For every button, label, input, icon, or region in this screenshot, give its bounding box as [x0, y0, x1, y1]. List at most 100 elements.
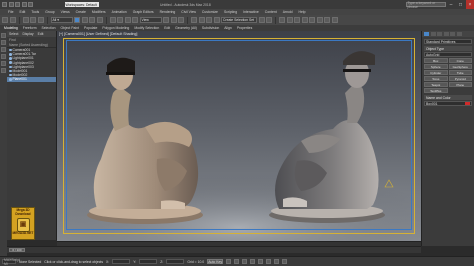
placement-icon[interactable]: [132, 17, 138, 23]
hierarchy-icon[interactable]: [1, 47, 6, 52]
spinner-snap-icon[interactable]: [213, 17, 220, 23]
render-setup-icon[interactable]: [316, 17, 323, 23]
play-icon[interactable]: [242, 259, 248, 264]
visibility-icon[interactable]: [9, 57, 12, 60]
menu-item-content[interactable]: Content: [265, 10, 277, 14]
create-plane-button[interactable]: Plane: [448, 82, 472, 87]
menu-item-civil-view[interactable]: Civil View: [181, 10, 196, 14]
maxscript-listener-input[interactable]: MAXScript Mi: [2, 258, 20, 266]
undo-icon[interactable]: [21, 2, 27, 7]
ribbon-panel-modify-selection[interactable]: Modify Selection: [134, 26, 159, 30]
move-icon[interactable]: [109, 17, 116, 23]
menu-item-group[interactable]: Group: [45, 10, 54, 14]
select-object-icon[interactable]: [74, 17, 80, 23]
window-crossing-icon[interactable]: [96, 17, 103, 23]
timeline[interactable]: 0 / 100: [7, 246, 421, 253]
visibility-icon[interactable]: [9, 61, 12, 64]
keyboard-shortcut-override-icon[interactable]: [178, 17, 184, 23]
ribbon-panel-edit[interactable]: Edit: [164, 26, 170, 30]
ribbon-panel-properties[interactable]: Properties: [237, 26, 252, 30]
object-type-section[interactable]: Object Type: [424, 46, 472, 51]
ribbon-tab-freeform[interactable]: Freeform: [23, 26, 37, 30]
keyword-search-input[interactable]: Type a keyword or phrase: [405, 1, 446, 9]
viewport-label[interactable]: [+] [Camera001] [User Defined] [Default …: [59, 32, 137, 36]
minimize-button[interactable]: –: [447, 0, 455, 9]
visibility-icon[interactable]: [9, 48, 12, 52]
zoom-icon[interactable]: [266, 259, 272, 264]
orbit-icon[interactable]: [274, 259, 280, 264]
menu-item-file[interactable]: File: [8, 10, 13, 14]
pivot-center-icon[interactable]: [163, 17, 169, 23]
modify-tab-icon[interactable]: [430, 31, 436, 37]
scene-tab-select[interactable]: Select: [9, 32, 18, 36]
object-name-input[interactable]: Box001: [424, 101, 472, 106]
create-textplus-button[interactable]: TextPlus: [424, 88, 448, 93]
go-to-start-icon[interactable]: [226, 259, 232, 264]
visibility-icon[interactable]: [9, 53, 12, 56]
menu-item-create[interactable]: Create: [76, 10, 86, 14]
menu-item-views[interactable]: Views: [61, 10, 70, 14]
next-frame-icon[interactable]: [250, 259, 256, 264]
reference-coordinate-dropdown[interactable]: View: [139, 17, 162, 23]
create-pyramid-button[interactable]: Pyramid: [448, 76, 472, 81]
scene-tab-display[interactable]: Display: [22, 32, 33, 36]
menu-item-graph-editors[interactable]: Graph Editors: [133, 10, 154, 14]
ribbon-tab-object-paint[interactable]: Object Paint: [60, 26, 78, 30]
create-tube-button[interactable]: Tube: [448, 70, 472, 75]
percent-snap-icon[interactable]: [206, 17, 212, 23]
menu-item-customize[interactable]: Customize: [202, 10, 218, 14]
curve-editor-icon[interactable]: [294, 17, 300, 23]
create-cylinder-button[interactable]: Cylinder: [424, 70, 448, 75]
link-icon[interactable]: [22, 17, 29, 23]
ribbon-tab-selection[interactable]: Selection: [42, 26, 56, 30]
named-selection-set-dropdown[interactable]: Create Selection Set: [221, 17, 257, 23]
menu-item-tools[interactable]: Tools: [31, 10, 39, 14]
layer-explorer-icon[interactable]: [286, 17, 293, 23]
visibility-icon[interactable]: [9, 73, 12, 77]
previous-frame-icon[interactable]: [234, 259, 240, 264]
maximize-button[interactable]: □: [457, 0, 465, 9]
rendered-frame-window-icon[interactable]: [324, 17, 330, 23]
workspace-dropdown[interactable]: Workspaces: Default: [64, 2, 99, 7]
utilities-tab-icon[interactable]: [456, 31, 462, 37]
go-to-end-icon[interactable]: [258, 259, 264, 264]
menu-item-interactive[interactable]: Interactive: [243, 10, 259, 14]
time-slider[interactable]: 0 / 100: [9, 248, 25, 252]
select-tool-icon[interactable]: [1, 33, 6, 38]
display-tab-icon[interactable]: [450, 31, 455, 37]
select-by-name-icon[interactable]: [81, 17, 88, 23]
motion-tab-icon[interactable]: [443, 31, 449, 37]
primitive-type-dropdown[interactable]: Standard Primitives: [424, 39, 472, 44]
ribbon-panel-polygon-modeling[interactable]: Polygon Modeling: [102, 26, 129, 30]
selection-filter-dropdown[interactable]: All ▾: [50, 17, 73, 23]
snaps-toggle-icon[interactable]: [191, 17, 197, 23]
create-teapot-button[interactable]: Teapot: [424, 82, 448, 87]
ribbon-panel-geometry[interactable]: Geometry (All): [175, 26, 197, 30]
camera-viewport[interactable]: [+] [Camera001] [User Defined] [Default …: [57, 31, 421, 241]
menu-item-arnold[interactable]: Arnold: [283, 10, 293, 14]
hierarchy-tab-icon[interactable]: [437, 31, 442, 37]
scene-tab-edit[interactable]: Edit: [38, 32, 44, 36]
create-box-button[interactable]: Box: [424, 58, 448, 63]
autogrid-checkbox[interactable]: AutoGrid: [424, 52, 472, 57]
angle-snap-icon[interactable]: [198, 17, 205, 23]
z-coord-field[interactable]: [166, 259, 185, 264]
save-file-icon[interactable]: [15, 2, 20, 7]
ribbon-panel-align[interactable]: Align: [224, 26, 232, 30]
object-color-swatch[interactable]: [465, 101, 470, 106]
menu-item-help[interactable]: Help: [299, 10, 306, 14]
align-icon[interactable]: [266, 17, 272, 23]
menu-item-rendering[interactable]: Rendering: [160, 10, 176, 14]
material-editor-icon[interactable]: [309, 17, 315, 23]
menu-item-modifiers[interactable]: Modifiers: [92, 10, 106, 14]
y-coord-field[interactable]: [139, 259, 158, 264]
scene-item-selected[interactable]: Plane001: [7, 77, 56, 82]
new-file-icon[interactable]: [2, 2, 7, 7]
menu-item-scripting[interactable]: Scripting: [224, 10, 237, 14]
auto-key-button[interactable]: Auto Key: [207, 259, 224, 264]
create-sphere-button[interactable]: Sphere: [424, 64, 448, 69]
ribbon-panel-subdivision[interactable]: Subdivision: [202, 26, 219, 30]
layers-icon[interactable]: [1, 54, 6, 59]
bind-space-warp-icon[interactable]: [37, 17, 44, 23]
freeze-icon[interactable]: [1, 61, 6, 66]
